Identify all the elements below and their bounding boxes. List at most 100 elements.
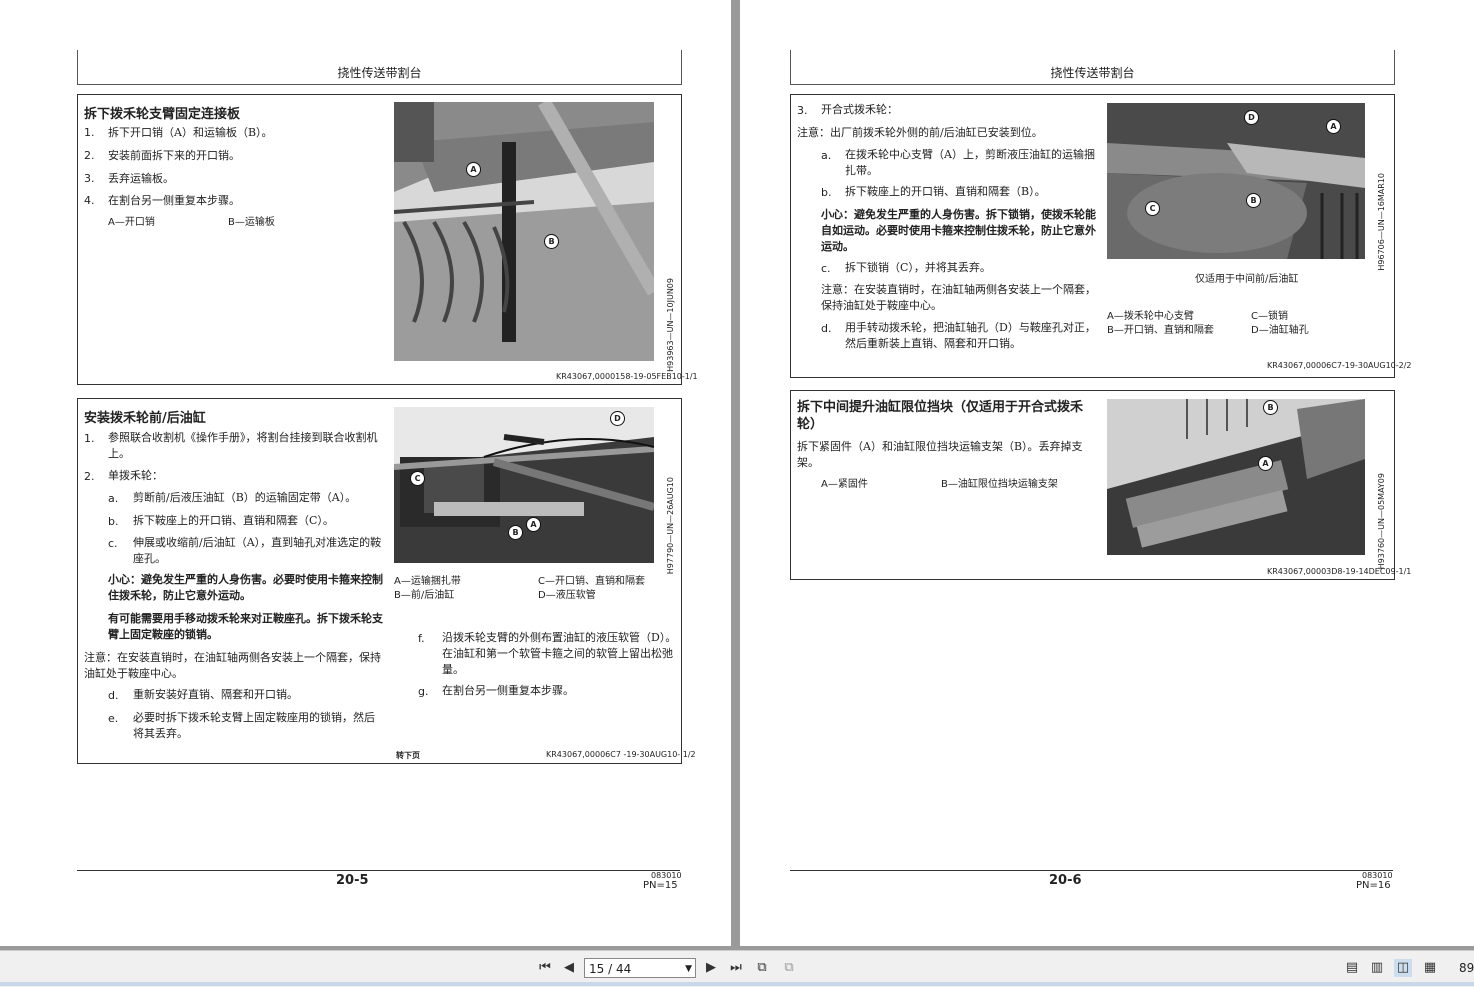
continuous-page-icon[interactable]: ▥	[1368, 959, 1386, 977]
zoom-level[interactable]: 89	[1459, 961, 1474, 975]
caution-text: 小心：避免发生严重的人身伤害。必要时使用卡箍来控制住拨禾轮，防止它意外运动。	[108, 573, 383, 602]
note-text: 注意：在安装直销时，在油缸轴两侧各安装上一个隔套，保持油缸处于鞍座中心。	[84, 651, 381, 680]
legend-item: D—液压软管	[538, 590, 596, 601]
section-remove-reel-arm-plate: 拆下拨禾轮支臂固定连接板 1. 拆下开口销（A）和运输板（B）。 2. 安装前面…	[77, 94, 698, 385]
doc-code: 083010	[1362, 871, 1393, 880]
callout-b: B	[1246, 193, 1261, 208]
last-page-icon[interactable]: ⏭	[727, 959, 745, 977]
figure-lift-cylinder: B A	[1107, 399, 1365, 555]
figure-code: H93963—UN—10JUN09	[666, 278, 675, 372]
callout-d: D	[610, 411, 625, 426]
legend-item: A—开口销	[108, 217, 155, 228]
two-page-icon[interactable]: ◫	[1394, 959, 1412, 977]
next-page-icon[interactable]: ▶	[702, 959, 720, 977]
step-text: 安装前面拆下来的开口销。	[108, 149, 240, 162]
section-split-reel: 3. 开合式拨禾轮： 注意：出厂前拨禾轮外侧的前/后油缸已安装到位。 a. 在拨…	[790, 94, 1412, 378]
substep-letter: b.	[108, 515, 119, 528]
page-footer-rule	[77, 870, 680, 872]
step-text: 开合式拨禾轮：	[821, 103, 898, 116]
step-number: 4.	[84, 194, 95, 207]
figure-code: H97790—UN—26AUG10	[666, 477, 675, 575]
reference-code: KR43067,00006C7 -19-30AUG10- 1/2	[546, 750, 696, 759]
step-number: 1.	[84, 432, 95, 445]
legend-item: B—开口销、直销和隔套	[1107, 325, 1214, 336]
figure-reel-arm: A B	[394, 102, 654, 361]
note-text: 注意：在安装直销时，在油缸轴两侧各安装上一个隔套，保持油缸处于鞍座中心。	[821, 283, 1096, 312]
step-text: 参照联合收割机《操作手册》，将割台挂接到联合收割机上。	[108, 431, 378, 460]
section-text: 拆下紧固件（A）和油缸限位挡块运输支架（B）。丢弃掉支架。	[797, 440, 1083, 469]
substep-letter: b.	[821, 186, 832, 199]
callout-a: A	[1326, 119, 1341, 134]
first-page-icon[interactable]: ⏮	[536, 959, 554, 977]
reference-code: KR43067,0000158-19-05FEB10-1/1	[556, 372, 698, 381]
caution-text: 小心：避免发生严重的人身伤害。拆下锁销，使拨禾轮能自如运动。必要时使用卡箍来控制…	[821, 208, 1096, 253]
figure-caption: 仅适用于中间前/后油缸	[1195, 274, 1299, 285]
step-text: 拆下开口销（A）和运输板（B）。	[108, 126, 273, 139]
substep-letter: a.	[821, 149, 832, 162]
reference-code: KR43067,00006C7-19-30AUG10-2/2	[1267, 361, 1412, 370]
callout-c: C	[410, 471, 425, 486]
substep-letter: c.	[108, 537, 118, 550]
step-text: 在割台另一侧重复本步骤。	[108, 194, 240, 207]
callout-b: B	[1263, 400, 1278, 415]
substep-text: 沿拨禾轮支臂的外侧布置油缸的液压软管（D）。在油缸和第一个软管卡箍之间的软管上留…	[442, 631, 677, 676]
step-number: 1.	[84, 126, 95, 139]
callout-b: B	[508, 525, 523, 540]
section-title: 拆下拨禾轮支臂固定连接板	[84, 107, 241, 122]
legend-item: B—运输板	[228, 217, 275, 228]
pn-label: PN=15	[643, 880, 678, 891]
page-footer-rule	[790, 870, 1393, 872]
substep-text: 伸展或收缩前/后油缸（A），直到轴孔对准选定的鞍座孔。	[133, 536, 382, 565]
substep-letter: g.	[418, 685, 429, 698]
figure-reel-cylinder: C B A D	[394, 407, 654, 563]
figure-code: H96706—UN—16MAR10	[1377, 173, 1386, 271]
substep-letter: c.	[821, 262, 831, 275]
substep-text: 拆下锁销（C），并将其丢弃。	[845, 261, 991, 274]
page-layout-icon[interactable]: ⧉	[753, 959, 771, 977]
prev-page-icon[interactable]: ◀	[560, 959, 578, 977]
section-title: 安装拨禾轮前/后油缸	[84, 411, 206, 426]
chevron-down-icon[interactable]: ▼	[685, 959, 692, 979]
substep-text: 在割台另一侧重复本步骤。	[442, 684, 574, 697]
figure-code: H93760—UN—05MAY09	[1377, 473, 1386, 570]
single-page-icon[interactable]: ▤	[1343, 959, 1361, 977]
figure-split-reel: D A B C	[1107, 103, 1365, 259]
reference-code: KR43067,00003D8-19-14DEC09-1/1	[1267, 567, 1412, 576]
step-number: 3.	[84, 172, 95, 185]
callout-c: C	[1145, 201, 1160, 216]
substep-text: 用手转动拨禾轮，把油缸轴孔（D）与鞍座孔对正，然后重新装上直销、隔套和开口销。	[845, 321, 1096, 350]
substep-letter: a.	[108, 492, 119, 505]
page-indicator: 15 / 44	[589, 962, 632, 976]
page-header: 挠性传送带割台	[77, 50, 682, 85]
document-viewer: 挠性传送带割台 拆下拨禾轮支臂固定连接板 1. 拆下开口销（A）和运输板（B）。…	[0, 0, 1474, 950]
section-remove-lift-cylinder-stop: 拆下中间提升油缸限位挡块（仅适用于开合式拨禾轮） 拆下紧固件（A）和油缸限位挡块…	[790, 390, 1411, 580]
two-page-continuous-icon[interactable]: ▦	[1421, 959, 1439, 977]
taskbar-strip	[0, 982, 1474, 986]
step-number: 3.	[797, 104, 808, 117]
callout-b: B	[544, 234, 559, 249]
doc-code: 083010	[651, 871, 682, 880]
page-number: 20-6	[1049, 873, 1082, 888]
callout-a: A	[466, 162, 481, 177]
continued-label: 转下页	[396, 751, 420, 760]
section-title: 拆下中间提升油缸限位挡块（仅适用于开合式拨禾轮）	[797, 400, 1084, 432]
header-title: 挠性传送带割台	[1050, 66, 1135, 80]
callout-d: D	[1244, 110, 1259, 125]
substep-letter: f.	[418, 632, 425, 645]
substep-text: 剪断前/后液压油缸（B）的运输固定带（A）。	[133, 491, 357, 504]
step-text: 丢弃运输板。	[108, 172, 174, 185]
page-number: 20-5	[336, 873, 369, 888]
page-right: 挠性传送带割台 3. 开合式拨禾轮： 注意：出厂前拨禾轮外侧的前/后油缸已安装到…	[740, 0, 1474, 946]
step-text: 单拨禾轮：	[108, 469, 163, 482]
callout-a: A	[526, 517, 541, 532]
substep-letter: e.	[108, 712, 119, 725]
substep-text: 必要时拆下拨禾轮支臂上固定鞍座用的锁销，然后将其丢弃。	[133, 711, 375, 740]
pn-label: PN=16	[1356, 880, 1391, 891]
page-left: 挠性传送带割台 拆下拨禾轮支臂固定连接板 1. 拆下开口销（A）和运输板（B）。…	[0, 0, 731, 946]
page-number-input[interactable]: 15 / 44 ▼	[584, 958, 696, 978]
substep-text: 拆下鞍座上的开口销、直销和隔套（B）。	[845, 185, 1046, 198]
substep-letter: d.	[821, 322, 832, 335]
continuous-view-icon[interactable]: ⧉	[780, 959, 798, 977]
step-number: 2.	[84, 470, 95, 483]
legend-item: B—前/后油缸	[394, 590, 455, 601]
